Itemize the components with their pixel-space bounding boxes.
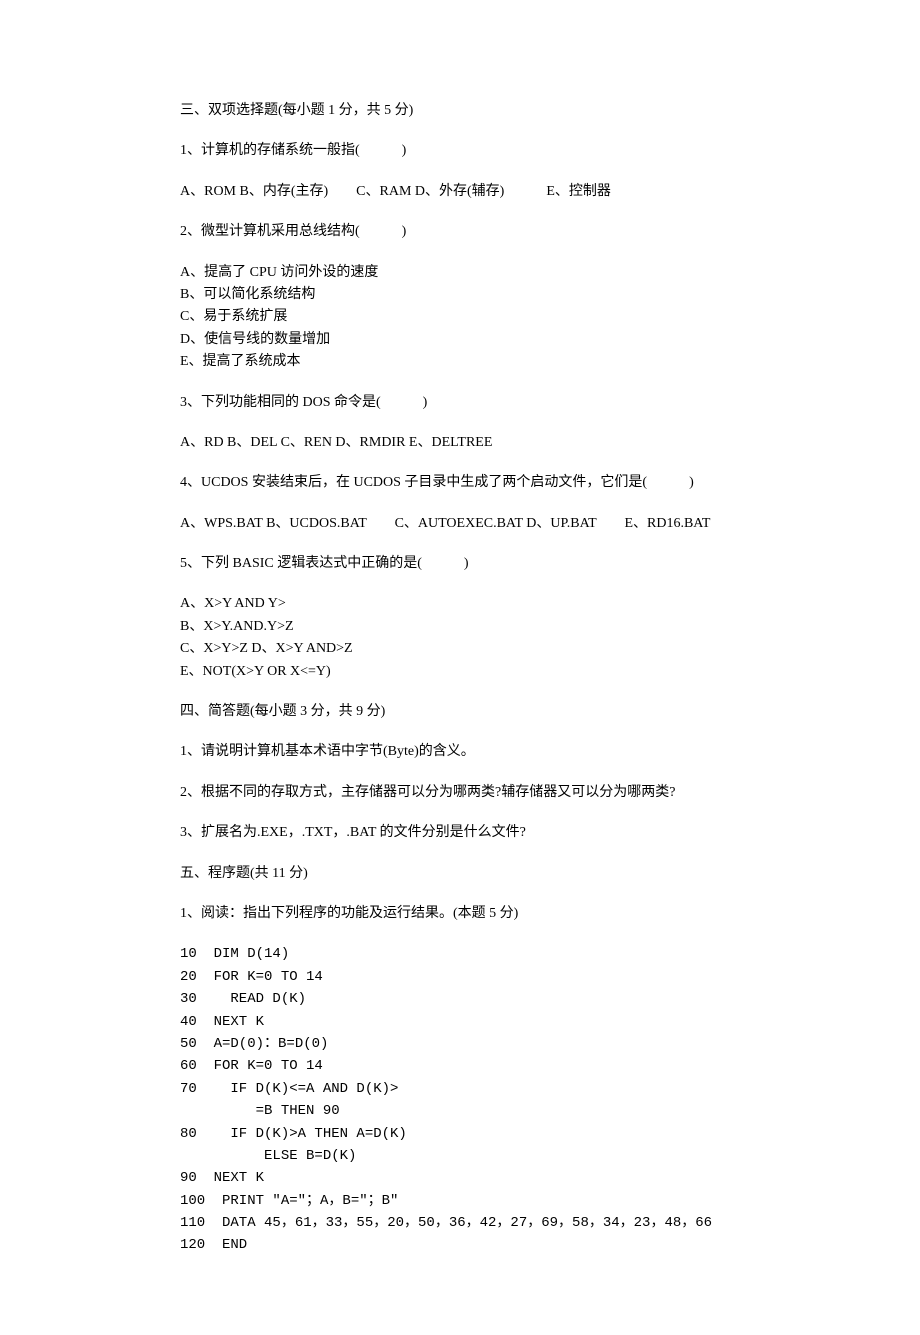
s3-q5-options: A、X>Y AND Y> B、X>Y.AND.Y>Z C、X>Y>Z D、X>Y… <box>180 593 740 683</box>
s3-q5-stem: 5、下列 BASIC 逻辑表达式中正确的是( ) <box>180 553 740 575</box>
s3-q2-optE: E、提高了系统成本 <box>180 351 740 373</box>
s3-q3-options: A、RD B、DEL C、REN D、RMDIR E、DELTREE <box>180 432 740 454</box>
s3-q2-optB: B、可以简化系统结构 <box>180 284 740 306</box>
s3-q3-stem: 3、下列功能相同的 DOS 命令是( ) <box>180 392 740 414</box>
s3-q2-optD: D、使信号线的数量增加 <box>180 329 740 351</box>
s4-q1: 1、请说明计算机基本术语中字节(Byte)的含义。 <box>180 741 740 763</box>
section-5-title: 五、程序题(共 11 分) <box>180 863 740 885</box>
section-3-title: 三、双项选择题(每小题 1 分，共 5 分) <box>180 100 740 122</box>
s3-q2-optA: A、提高了 CPU 访问外设的速度 <box>180 262 740 284</box>
s3-q1-options: A、ROM B、内存(主存) C、RAM D、外存(辅存) E、控制器 <box>180 181 740 203</box>
s3-q2-stem: 2、微型计算机采用总线结构( ) <box>180 221 740 243</box>
s3-q4-options: A、WPS.BAT B、UCDOS.BAT C、AUTOEXEC.BAT D、U… <box>180 513 740 535</box>
s3-q1-stem: 1、计算机的存储系统一般指( ) <box>180 140 740 162</box>
s3-q4-stem: 4、UCDOS 安装结束后，在 UCDOS 子目录中生成了两个启动文件，它们是(… <box>180 472 740 494</box>
s3-q2-optC: C、易于系统扩展 <box>180 306 740 328</box>
section-4-title: 四、简答题(每小题 3 分，共 9 分) <box>180 701 740 723</box>
s3-q2-options: A、提高了 CPU 访问外设的速度 B、可以简化系统结构 C、易于系统扩展 D、… <box>180 262 740 374</box>
s3-q5-optE: E、NOT(X>Y OR X<=Y) <box>180 661 740 683</box>
s3-q5-optCD: C、X>Y>Z D、X>Y AND>Z <box>180 638 740 660</box>
s3-q5-optA: A、X>Y AND Y> <box>180 593 740 615</box>
s3-q5-optB: B、X>Y.AND.Y>Z <box>180 616 740 638</box>
s5-q1-code: 10 DIM D(14) 20 FOR K=0 TO 14 30 READ D(… <box>180 943 740 1256</box>
s4-q2: 2、根据不同的存取方式，主存储器可以分为哪两类?辅存储器又可以分为哪两类? <box>180 782 740 804</box>
s4-q3: 3、扩展名为.EXE，.TXT，.BAT 的文件分别是什么文件? <box>180 822 740 844</box>
s5-q1-stem: 1、阅读：指出下列程序的功能及运行结果。(本题 5 分) <box>180 903 740 925</box>
